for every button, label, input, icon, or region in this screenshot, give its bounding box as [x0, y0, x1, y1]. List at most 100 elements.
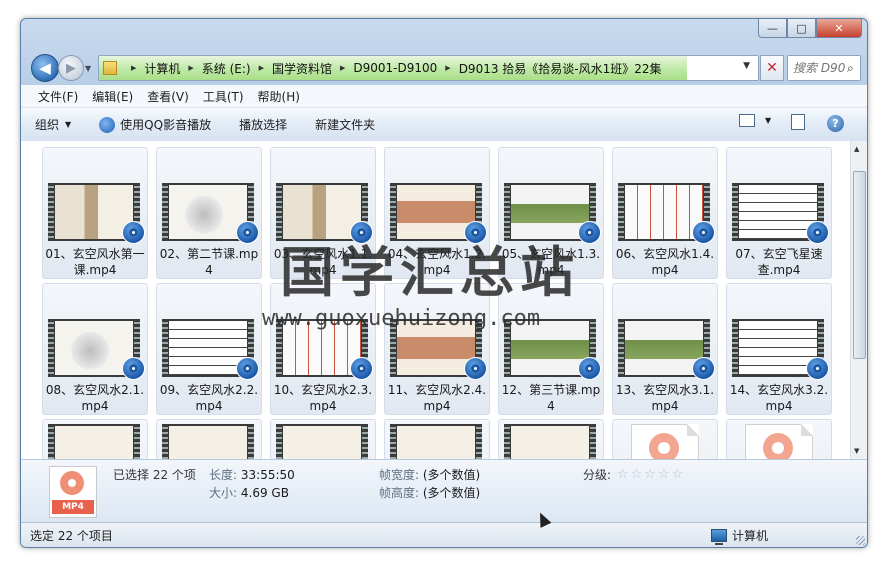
file-tile[interactable]: 10、玄空风水2.3.mp4: [270, 283, 376, 415]
film-strip: [504, 183, 510, 241]
file-name: 14、玄空风水3.2.mp4: [729, 383, 829, 413]
file-tile[interactable]: 08、玄空风水2.1.mp4: [42, 283, 148, 415]
rating-stars[interactable]: ☆☆☆☆☆: [617, 467, 685, 482]
file-tile[interactable]: [498, 419, 604, 459]
file-tile[interactable]: [42, 419, 148, 459]
address-bar[interactable]: ▶ 计算机 ▶ 系统 (E:) ▶ 国学资料馆 ▶ D9001-D9100 ▶ …: [98, 55, 759, 81]
organize-button[interactable]: 组织 ▼: [35, 116, 71, 133]
vertical-scrollbar[interactable]: ▲ ▼: [850, 141, 867, 459]
file-tile[interactable]: 07、玄空飞星速查.mp4: [726, 147, 832, 279]
file-tile[interactable]: [384, 419, 490, 459]
frame-width-field: 帧宽度: (多个数值): [379, 466, 480, 483]
search-icon[interactable]: ⌕: [847, 61, 854, 76]
chevron-down-icon: ▼: [765, 116, 772, 125]
length-value: 33:55:50: [240, 468, 295, 482]
film-strip: [732, 183, 738, 241]
search-box[interactable]: ⌕: [787, 55, 861, 81]
change-view-button[interactable]: ▼: [739, 114, 771, 127]
size-key: 大小:: [209, 486, 238, 500]
file-name: 06、玄空风水1.4.mp4: [615, 247, 715, 277]
breadcrumb-current-folder[interactable]: D9013 拾易《拾易谈-风水1班》22集: [459, 60, 662, 77]
forward-button[interactable]: ▶: [58, 55, 84, 81]
new-folder-button[interactable]: 新建文件夹: [315, 116, 375, 133]
film-strip: [276, 319, 282, 377]
file-tile[interactable]: 11、玄空风水2.4.mp4: [384, 283, 490, 415]
scroll-up-icon[interactable]: ▲: [854, 145, 859, 153]
scroll-down-icon[interactable]: ▼: [854, 447, 859, 455]
file-tile[interactable]: 09、玄空风水2.2.mp4: [156, 283, 262, 415]
help-button[interactable]: ?: [827, 115, 844, 132]
video-file-icon: [631, 424, 699, 459]
film-strip: [390, 183, 396, 241]
breadcrumb-library[interactable]: 国学资料馆: [272, 60, 332, 77]
chevron-down-icon: ▼: [65, 120, 72, 129]
menu-file[interactable]: 文件(F): [31, 88, 85, 105]
preview-pane-button[interactable]: [791, 114, 805, 130]
size-value: 4.69 GB: [240, 486, 289, 500]
breadcrumb-arrow-icon[interactable]: ▶: [259, 64, 264, 72]
film-strip: [504, 424, 510, 459]
history-dropdown-icon[interactable]: ▼: [85, 64, 91, 73]
file-tile[interactable]: 12、第三节课.mp4: [498, 283, 604, 415]
file-tile[interactable]: [726, 419, 832, 459]
minimize-button[interactable]: —: [758, 19, 787, 38]
preview-pane-icon: [791, 114, 805, 130]
breadcrumb-arrow-icon[interactable]: ▶: [131, 64, 136, 72]
qq-player-badge-icon: [806, 357, 829, 380]
file-tile[interactable]: 13、玄空风水3.1.mp4: [612, 283, 718, 415]
file-tile[interactable]: 03、玄空风水1.1.mp4: [270, 147, 376, 279]
file-tile[interactable]: 04、玄空风水1.2.mp4: [384, 147, 490, 279]
search-input[interactable]: [788, 60, 847, 76]
breadcrumb-arrow-icon[interactable]: ▶: [445, 64, 450, 72]
folder-icon: [103, 61, 117, 75]
qq-player-badge-icon: [806, 221, 829, 244]
file-name: 13、玄空风水3.1.mp4: [615, 383, 715, 413]
maximize-button[interactable]: □: [787, 19, 816, 38]
menu-tools[interactable]: 工具(T): [196, 88, 251, 105]
file-tile[interactable]: [612, 419, 718, 459]
file-tile[interactable]: 06、玄空风水1.4.mp4: [612, 147, 718, 279]
breadcrumb-drive[interactable]: 系统 (E:): [202, 60, 251, 77]
file-tile[interactable]: 14、玄空风水3.2.mp4: [726, 283, 832, 415]
back-button[interactable]: ◀: [31, 54, 59, 82]
file-tile[interactable]: 01、玄空风水第一课.mp4: [42, 147, 148, 279]
film-strip: [48, 183, 54, 241]
rating-key: 分级:: [583, 468, 612, 482]
file-name: 02、第二节课.mp4: [159, 247, 259, 277]
breadcrumb-arrow-icon[interactable]: ▶: [340, 64, 345, 72]
command-bar: 组织 ▼ 使用QQ影音播放 播放选择 新建文件夹 ▼ ?: [21, 107, 867, 142]
view-icon: [739, 114, 755, 127]
play-with-qq-label: 使用QQ影音播放: [120, 118, 212, 132]
menu-help[interactable]: 帮助(H): [251, 88, 307, 105]
page-fold-icon: [687, 424, 699, 436]
file-tile[interactable]: [156, 419, 262, 459]
breadcrumb-arrow-icon[interactable]: ▶: [188, 64, 193, 72]
stop-button[interactable]: ✕: [760, 55, 784, 81]
menu-edit[interactable]: 编辑(E): [85, 88, 140, 105]
frame-width-key: 帧宽度:: [379, 468, 420, 482]
play-with-qq-button[interactable]: 使用QQ影音播放: [99, 116, 211, 133]
film-strip: [618, 183, 624, 241]
file-tile[interactable]: 05、玄空风水1.3.mp4: [498, 147, 604, 279]
close-button[interactable]: ✕: [816, 19, 862, 38]
qq-player-badge-icon: [350, 221, 373, 244]
file-tile[interactable]: [270, 419, 376, 459]
menu-view[interactable]: 查看(V): [140, 88, 196, 105]
breadcrumb-computer[interactable]: 计算机: [144, 60, 180, 77]
organize-label: 组织: [35, 118, 60, 132]
navigation-bar: ◀ ▶ ▼ ▶ 计算机 ▶ 系统 (E:) ▶ 国学资料馆 ▶ D9001-D9…: [29, 52, 861, 82]
play-selection-button[interactable]: 播放选择: [239, 116, 287, 133]
film-strip: [134, 424, 140, 459]
file-name: 04、玄空风水1.2.mp4: [387, 247, 487, 277]
film-strip: [48, 424, 54, 459]
scroll-thumb[interactable]: [853, 171, 866, 359]
file-tile[interactable]: 02、第二节课.mp4: [156, 147, 262, 279]
video-file-icon: [745, 424, 813, 459]
breadcrumb-range[interactable]: D9001-D9100: [353, 61, 437, 75]
film-reel-icon: [649, 433, 679, 459]
resize-grip[interactable]: [856, 536, 865, 545]
film-reel-icon: [763, 433, 793, 459]
address-dropdown-icon[interactable]: ▼: [743, 61, 750, 71]
qq-player-badge-icon: [122, 221, 145, 244]
film-strip: [162, 183, 168, 241]
